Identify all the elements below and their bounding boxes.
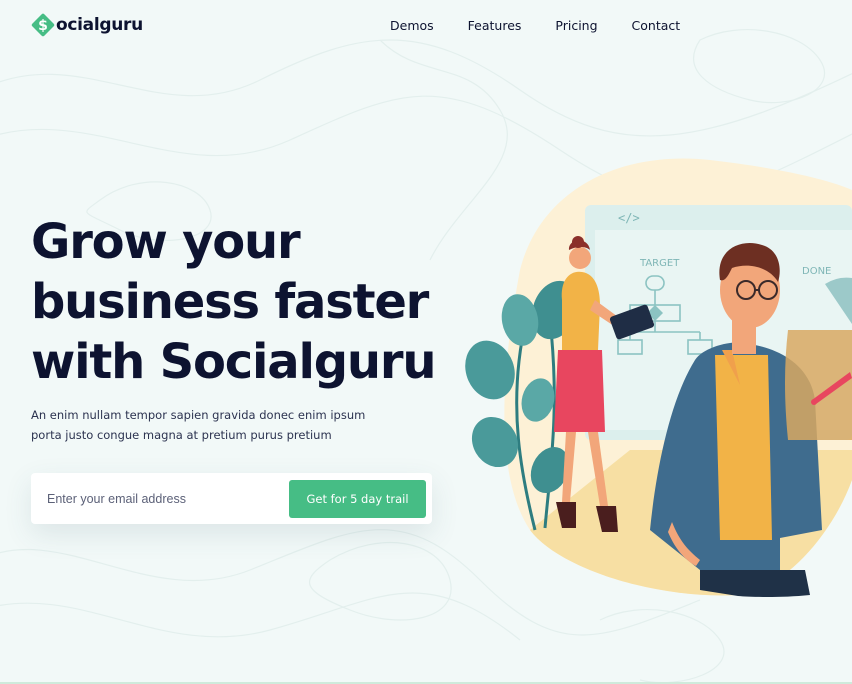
- board-code-label: </>: [618, 211, 640, 225]
- hero-title-line: with Socialguru: [31, 334, 437, 390]
- hero-title: Grow your business faster with Socialgur…: [31, 212, 437, 392]
- brand-logo[interactable]: $ ocialguru: [31, 13, 143, 37]
- hero-subtitle-line: An enim nullam tempor sapien gravida don…: [31, 408, 366, 422]
- hero-subtitle: An enim nullam tempor sapien gravida don…: [31, 405, 391, 445]
- hero-illustration: </> TARGET DONE: [465, 158, 852, 597]
- board-target-label: TARGET: [639, 258, 680, 269]
- nav-features[interactable]: Features: [468, 18, 522, 34]
- nav-pricing[interactable]: Pricing: [555, 18, 597, 34]
- signup-form: Get for 5 day trail: [31, 473, 432, 524]
- nav-contact[interactable]: Contact: [632, 18, 681, 34]
- board-done-label: DONE: [802, 266, 831, 277]
- dollar-icon: $: [31, 13, 55, 37]
- main-nav: Demos Features Pricing Contact: [390, 18, 714, 34]
- hero-subtitle-line: porta justo congue magna at pretium puru…: [31, 428, 332, 442]
- trial-button[interactable]: Get for 5 day trail: [289, 480, 426, 518]
- hero-title-line: Grow your: [31, 214, 301, 270]
- brand-name: ocialguru: [56, 15, 143, 35]
- email-input[interactable]: [47, 489, 287, 509]
- nav-demos[interactable]: Demos: [390, 18, 434, 34]
- hero-title-line: business faster: [31, 274, 429, 330]
- svg-text:$: $: [38, 18, 48, 34]
